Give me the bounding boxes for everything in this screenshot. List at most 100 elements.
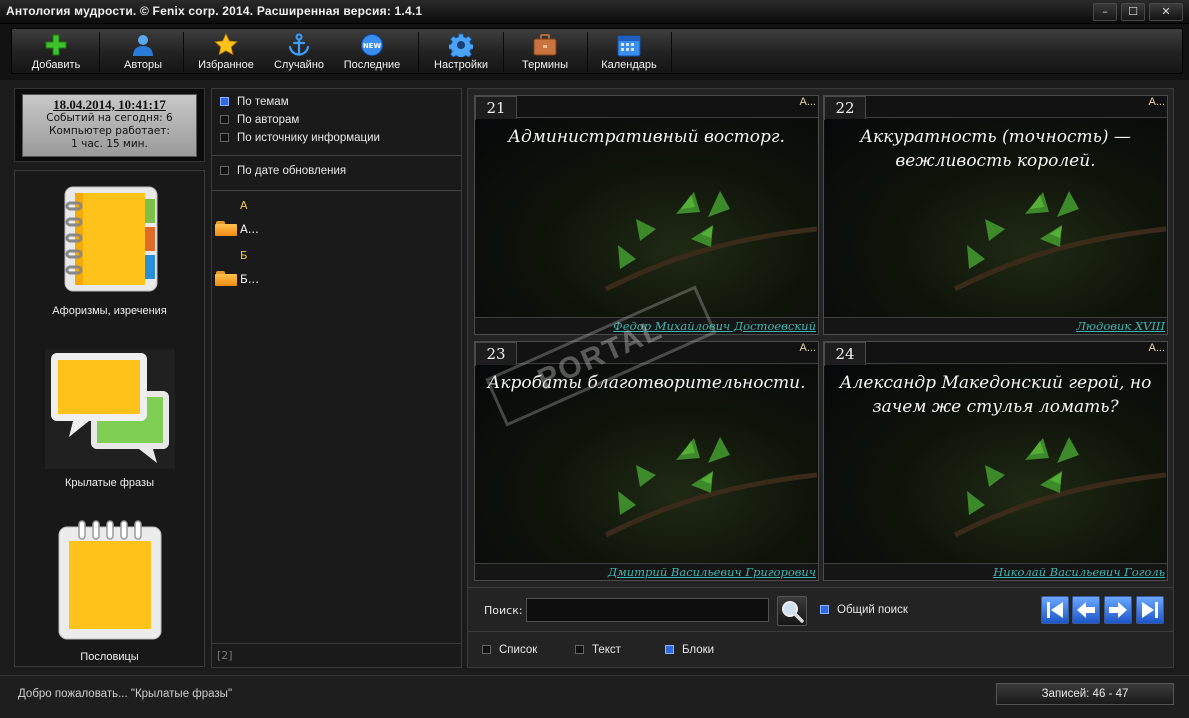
- view-text-option[interactable]: Текст: [575, 644, 621, 656]
- global-search-label: Общий поиск: [837, 604, 908, 616]
- previous-page-button[interactable]: [1072, 596, 1100, 624]
- card-quote: Административный восторг.: [508, 127, 785, 147]
- terms-button-label: Термины: [521, 59, 569, 71]
- sort-by-authors-option[interactable]: По авторам: [220, 114, 299, 130]
- tree-folder-b-label: Б...: [240, 272, 259, 286]
- search-bar: Поиск: Общий поиск: [468, 587, 1173, 631]
- favorites-button[interactable]: Избранное: [186, 29, 266, 75]
- calendar-icon: [617, 33, 641, 57]
- recent-button[interactable]: NEW Последние: [334, 29, 410, 75]
- first-page-icon: [1047, 602, 1063, 618]
- last-page-icon: [1142, 602, 1158, 618]
- notepad-icon: [55, 519, 165, 641]
- status-bar: Добро пожаловать... "Крылатые фразы" Зап…: [0, 675, 1189, 718]
- terms-button[interactable]: Термины: [506, 29, 584, 75]
- card-category: А...: [1148, 342, 1165, 354]
- svg-text:NEW: NEW: [363, 42, 382, 50]
- category-aphorisms[interactable]: Афоризмы, изречения: [15, 179, 204, 339]
- current-datetime: 18.04.2014, 10:41:17: [53, 97, 166, 112]
- category-catchphrases-label: Крылатые фразы: [65, 477, 154, 489]
- events-today: Событий на сегодня: 6: [46, 112, 173, 124]
- tree-folder-a[interactable]: А...: [215, 221, 259, 239]
- close-button[interactable]: ✕: [1149, 3, 1183, 21]
- card-header: [824, 96, 1167, 118]
- radio-indicator: [665, 645, 674, 654]
- sort-by-topics-label: По темам: [237, 96, 289, 108]
- add-button[interactable]: Добавить: [14, 29, 98, 75]
- sort-by-topics-option[interactable]: По темам: [220, 96, 289, 112]
- speech-bubbles-icon: [44, 349, 175, 469]
- tree-folder-a-label: А...: [240, 222, 259, 236]
- view-blocks-option[interactable]: Блоки: [665, 644, 714, 656]
- clock-panel: 18.04.2014, 10:41:17 Событий на сегодня:…: [14, 88, 205, 162]
- radio-indicator: [220, 133, 229, 142]
- add-button-label: Добавить: [31, 59, 81, 71]
- card-quote: Александр Македонский герой, но зачем же…: [839, 373, 1152, 417]
- filter-tree-panel: По темам По авторам По источнику информа…: [211, 88, 462, 668]
- title-bar: Антология мудрости. © Fenix corp. 2014. …: [0, 0, 1189, 24]
- search-button[interactable]: [777, 596, 807, 626]
- next-page-button[interactable]: [1104, 596, 1132, 624]
- view-list-option[interactable]: Список: [482, 644, 537, 656]
- global-search-option[interactable]: Общий поиск: [820, 604, 908, 616]
- briefcase-icon: [533, 33, 557, 57]
- card-header: [475, 96, 818, 118]
- tree-folder-b[interactable]: Б...: [215, 271, 259, 289]
- card-background-image: Административный восторг.: [476, 119, 817, 317]
- card-author-link[interactable]: Николай Васильевич Гоголь: [993, 565, 1165, 579]
- divider: [212, 190, 461, 191]
- card-background-image: Александр Македонский герой, но зачем же…: [825, 365, 1166, 563]
- search-label: Поиск:: [484, 604, 523, 617]
- recent-button-label: Последние: [343, 59, 401, 71]
- card-author-link[interactable]: Дмитрий Васильевич Григорович: [608, 565, 816, 579]
- uptime-label: Компьютер работает:: [49, 125, 170, 137]
- view-text-label: Текст: [592, 644, 621, 656]
- sort-by-date-label: По дате обновления: [237, 165, 347, 177]
- quote-card[interactable]: 22 А... Аккуратность (точность) — вежлив…: [823, 95, 1168, 335]
- calendar-button-label: Календарь: [601, 59, 657, 71]
- anchor-icon: [287, 33, 311, 57]
- sort-by-authors-label: По авторам: [237, 114, 300, 126]
- radio-indicator: [220, 97, 229, 106]
- card-number: 21: [475, 96, 517, 120]
- toolbar: Добавить Авторы Избранное Случайно NEW П…: [0, 24, 1189, 80]
- gear-icon: [447, 33, 475, 60]
- card-category: А...: [1148, 96, 1165, 108]
- card-quote: Аккуратность (точность) — вежливость кор…: [860, 127, 1131, 171]
- category-proverbs-label: Пословицы: [80, 651, 139, 663]
- toolbar-separator: [418, 32, 419, 72]
- quote-card[interactable]: 24 А... Александр Македонский герой, но …: [823, 341, 1168, 581]
- calendar-button[interactable]: Календарь: [590, 29, 668, 75]
- random-button[interactable]: Случайно: [266, 29, 332, 75]
- card-category: А...: [799, 342, 816, 354]
- sort-by-source-option[interactable]: По источнику информации: [220, 132, 380, 148]
- category-proverbs[interactable]: Пословицы: [15, 519, 204, 665]
- maximize-button[interactable]: ☐: [1121, 3, 1145, 21]
- toolbar-separator: [587, 32, 588, 72]
- search-input[interactable]: [526, 598, 769, 622]
- first-page-button[interactable]: [1041, 596, 1069, 624]
- random-button-label: Случайно: [273, 59, 325, 71]
- minimize-button[interactable]: –: [1093, 3, 1117, 21]
- authors-button[interactable]: Авторы: [102, 29, 184, 75]
- toolbar-separator: [183, 32, 184, 72]
- quote-card[interactable]: 21 А... Административный восторг. Федор …: [474, 95, 819, 335]
- settings-button[interactable]: Настройки: [422, 29, 500, 75]
- view-mode-bar: Список Текст Блоки: [468, 631, 1173, 667]
- magnifier-icon: [782, 601, 804, 623]
- settings-button-label: Настройки: [434, 59, 488, 71]
- card-header: [824, 342, 1167, 364]
- authors-button-label: Авторы: [124, 59, 162, 71]
- card-number: 24: [824, 342, 866, 366]
- category-catchphrases[interactable]: Крылатые фразы: [15, 349, 204, 499]
- group-letter: Б: [240, 249, 248, 262]
- clock-display: 18.04.2014, 10:41:17 Событий на сегодня:…: [22, 94, 197, 157]
- category-panel: Афоризмы, изречения Крылатые фразы Посло…: [14, 170, 205, 667]
- card-author-link[interactable]: Людовик XVIII: [1076, 319, 1165, 333]
- page-indicator: [2]: [217, 649, 233, 662]
- window-title: Антология мудрости. © Fenix corp. 2014. …: [6, 4, 423, 18]
- card-number: 22: [824, 96, 866, 120]
- card-number: 23: [475, 342, 517, 366]
- sort-by-date-option[interactable]: По дате обновления: [220, 165, 346, 181]
- last-page-button[interactable]: [1136, 596, 1164, 624]
